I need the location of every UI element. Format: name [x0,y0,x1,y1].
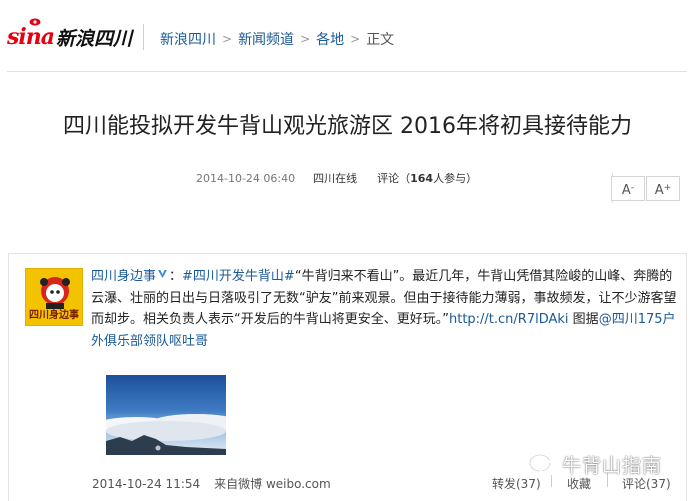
header-divider [7,71,687,72]
breadcrumb-home[interactable]: 新浪四川 [160,29,216,49]
font-larger-sup: + [663,183,672,193]
weibo-avatar[interactable]: 四川身边事 [25,268,83,326]
weibo-username[interactable]: 四川身边事 [91,269,156,284]
logo-divider [143,24,144,50]
breadcrumb-current: 正文 [366,32,395,48]
weibo-photo[interactable] [106,375,226,455]
site-header: sina 新浪四川 新浪四川 > 新闻频道 > 各地 > 正文 [0,0,695,72]
logo-chinese: 新浪四川 [56,27,133,50]
wechat-icon [529,453,557,475]
breadcrumb-separator: > [300,32,311,46]
breadcrumb: 新浪四川 > 新闻频道 > 各地 > 正文 [160,29,394,49]
font-larger-label: A [654,183,664,198]
article-meta: 2014-10-24 06:40 四川在线 评论（164人参与） [196,170,477,186]
breadcrumb-separator: > [222,32,233,46]
weibo-via[interactable]: 来自微博 weibo.com [214,477,331,491]
verified-v-icon [158,270,168,278]
comment-count-link[interactable]: 评论（164人参与） [377,170,477,186]
article-title: 四川能投拟开发牛背山观光旅游区 2016年将初具接待能力 [63,114,632,139]
comment-prefix: 评论（ [377,172,411,185]
sea-of-clouds-photo [106,375,226,455]
font-smaller-button[interactable]: A- [611,176,645,201]
sina-eye-icon [29,18,41,26]
breadcrumb-regions[interactable]: 各地 [316,29,344,49]
font-smaller-sup: - [630,183,635,193]
watermark: 牛背山指南 [528,451,662,478]
weibo-meta: 2014-10-24 11:54 来自微博 weibo.com [92,475,331,492]
comment-count: 164 [410,172,434,185]
comment-suffix: 人参与） [433,172,478,185]
photo-credit-prefix: 图据 [568,312,599,327]
weibo-colon: ： [169,269,183,284]
breadcrumb-news[interactable]: 新闻频道 [238,29,294,49]
publish-time: 2014-10-24 06:40 [196,171,296,185]
weibo-time[interactable]: 2014-10-24 11:54 [92,477,200,491]
font-smaller-label: A [621,183,631,198]
watermark-text: 牛背山指南 [562,455,663,477]
weibo-topic[interactable]: #四川开发牛背山# [182,269,295,284]
avatar-label: 四川身边事 [29,310,79,321]
font-larger-button[interactable]: A+ [646,176,680,201]
logo-latin: sina [7,24,55,50]
breadcrumb-separator: > [350,32,361,46]
article-source[interactable]: 四川在线 [313,170,357,186]
weibo-short-link[interactable]: http://t.cn/R7lDAki [449,312,569,327]
weibo-content: 四川身边事 ：#四川开发牛背山#“牛背归来不看山”。最近几年，牛背山凭借其险峻的山… [91,266,681,352]
sina-logo[interactable]: sina 新浪四川 [7,18,133,52]
